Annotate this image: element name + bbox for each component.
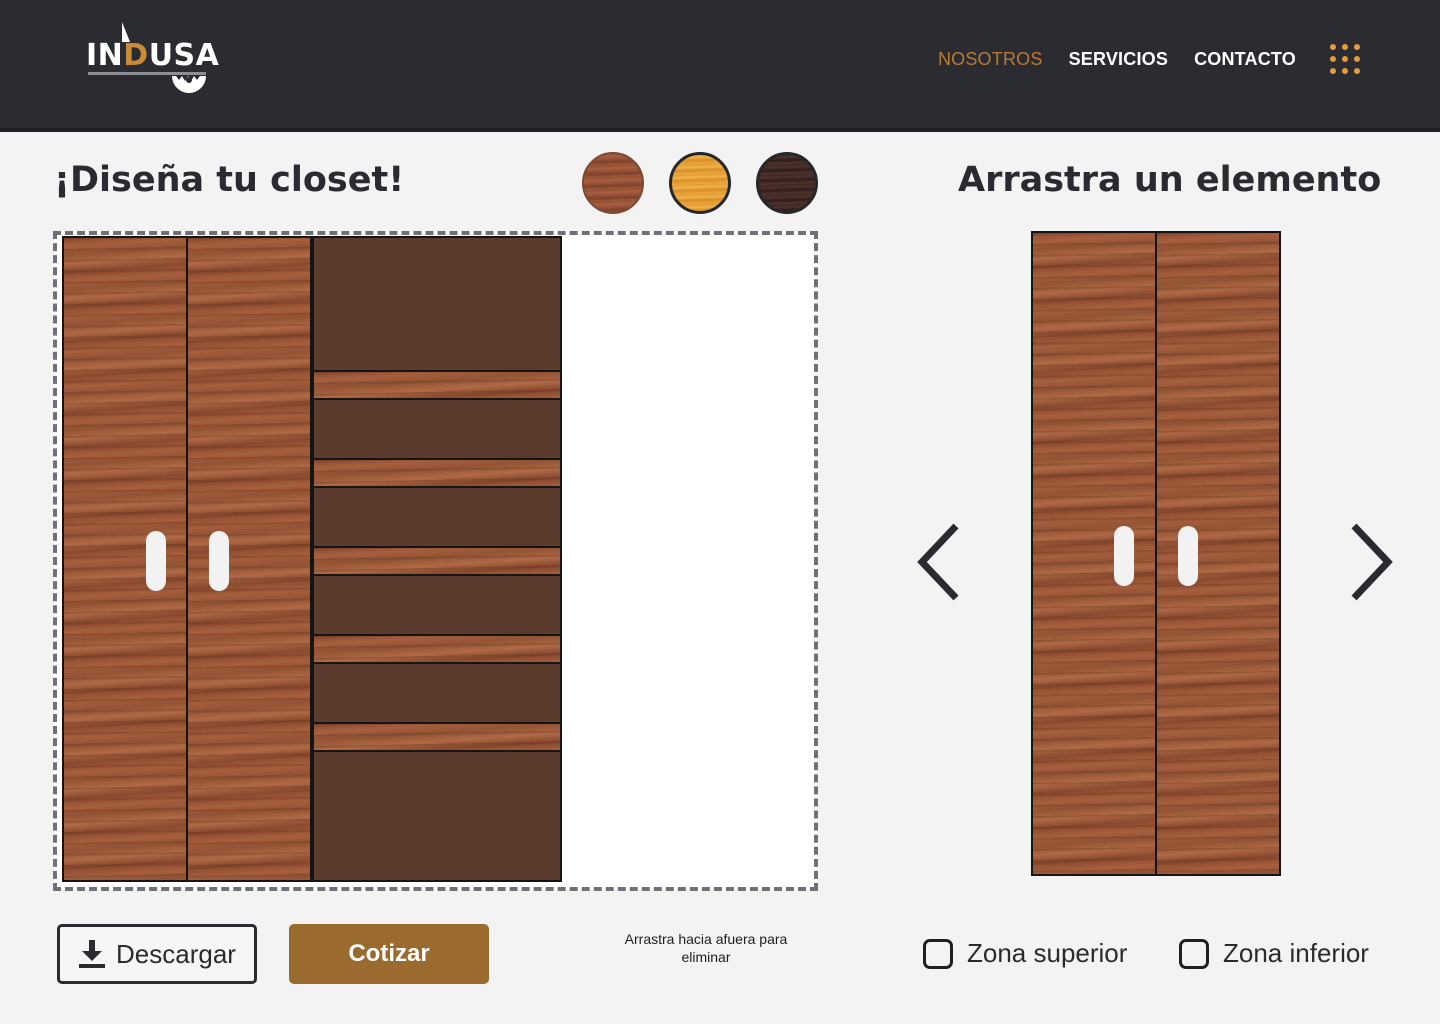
zona-inferior-checkbox[interactable] — [1179, 938, 1209, 969]
remove-hint: Arrastra hacia afuera para eliminar — [624, 931, 788, 965]
indusa-logo[interactable]: INDUSA — [86, 22, 219, 100]
door-handle — [209, 531, 229, 591]
wardrobe-door-right[interactable] — [186, 238, 310, 880]
top-navbar: INDUSA NOSOTROS SERVICIOS CONTACTO — [0, 0, 1440, 132]
drawer-panel — [314, 488, 560, 548]
download-button[interactable]: Descargar — [57, 924, 257, 984]
drawer-front — [314, 636, 560, 664]
drawer-front — [314, 724, 560, 752]
catalog-door-right — [1155, 233, 1279, 874]
drawer-panel — [314, 400, 560, 460]
drawer-front — [314, 460, 560, 488]
designer-title: ¡Diseña tu closet! — [54, 160, 405, 200]
grid-dots-icon[interactable] — [1330, 44, 1360, 74]
drawer-panel — [314, 752, 560, 880]
zona-superior-checkbox[interactable] — [923, 938, 953, 969]
quote-label: Cotizar — [348, 940, 430, 967]
drawer-panel — [314, 576, 560, 636]
door-handle — [1114, 526, 1134, 586]
download-label: Descargar — [116, 938, 236, 969]
nav-nosotros[interactable]: NOSOTROS — [938, 49, 1043, 70]
catalog-title: Arrastra un elemento — [958, 160, 1382, 200]
placed-wardrobe[interactable] — [62, 236, 312, 882]
chevron-right-icon[interactable] — [1342, 520, 1402, 604]
wood-pine-swatch[interactable] — [669, 152, 731, 214]
drawer-panel — [314, 238, 560, 372]
zona-inferior-option[interactable]: Zona inferior — [1179, 938, 1369, 969]
catalog-wardrobe-item[interactable] — [1031, 231, 1281, 876]
drawer-front — [314, 372, 560, 400]
wood-dark-swatch[interactable] — [756, 152, 818, 214]
placed-drawer-column[interactable] — [312, 236, 562, 882]
drawer-front — [314, 548, 560, 576]
drawer-panel — [314, 664, 560, 724]
logo-wordmark: INDUSA — [86, 38, 220, 73]
door-handle — [146, 531, 166, 591]
zona-superior-option[interactable]: Zona superior — [923, 938, 1127, 969]
zona-inferior-label: Zona inferior — [1223, 938, 1369, 968]
wardrobe-door-left[interactable] — [64, 238, 186, 880]
main-nav: NOSOTROS SERVICIOS CONTACTO — [938, 44, 1360, 74]
zona-superior-label: Zona superior — [967, 938, 1128, 968]
saw-blade-icon — [170, 74, 208, 96]
chevron-left-icon[interactable] — [906, 520, 966, 604]
nav-servicios[interactable]: SERVICIOS — [1069, 49, 1169, 70]
wood-walnut-swatch[interactable] — [582, 152, 644, 214]
nav-contacto[interactable]: CONTACTO — [1194, 49, 1296, 70]
catalog-door-left — [1033, 233, 1155, 874]
door-handle — [1178, 526, 1198, 586]
download-icon — [78, 939, 106, 969]
quote-button[interactable]: Cotizar — [289, 924, 489, 984]
